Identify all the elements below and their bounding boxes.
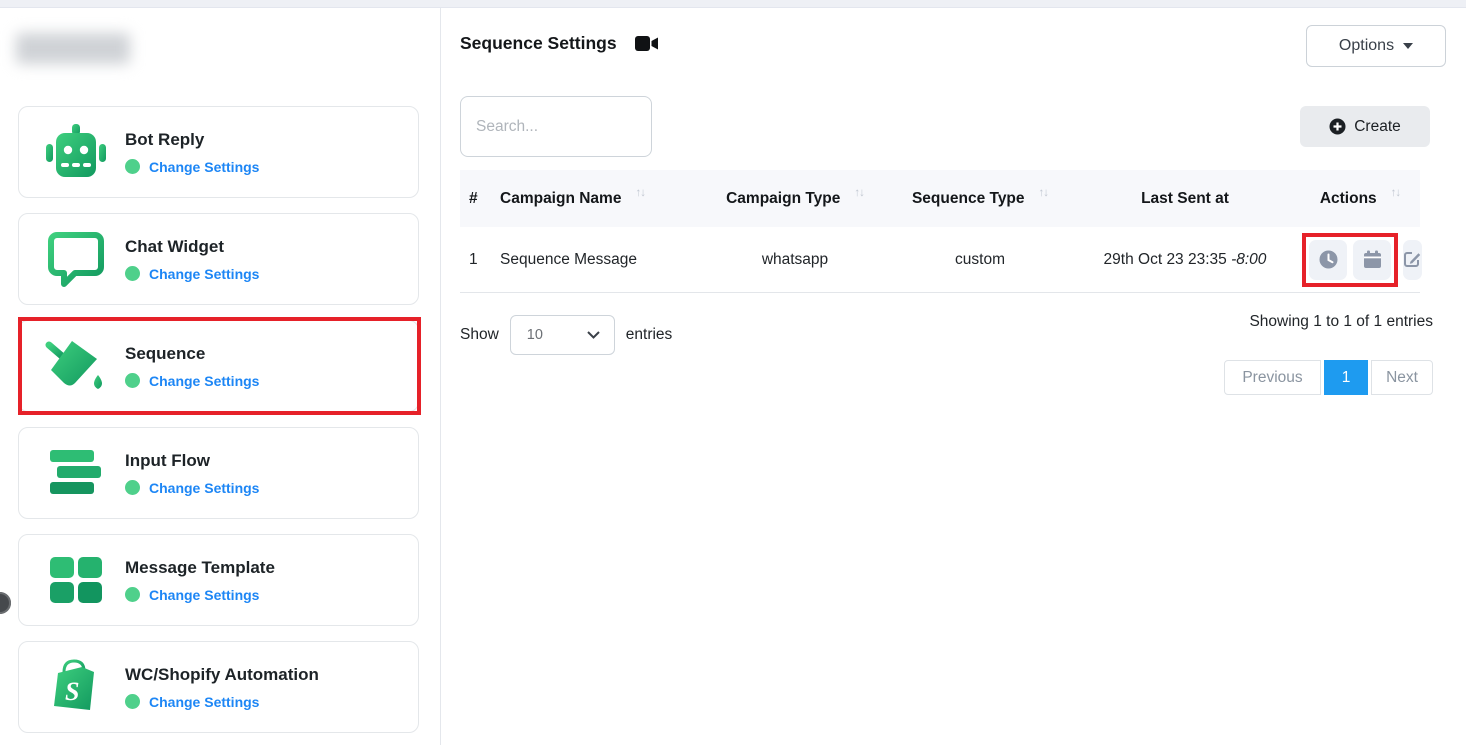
show-label: Show xyxy=(460,326,499,344)
video-camera-icon[interactable] xyxy=(635,35,659,52)
sort-icon[interactable]: ↑↓ xyxy=(854,187,864,199)
shopify-bag-icon: S xyxy=(43,656,109,718)
sidebar-item-label: Bot Reply xyxy=(125,130,259,150)
page-title: Sequence Settings xyxy=(460,33,617,54)
top-bar xyxy=(0,0,1466,8)
sidebar-item-input-flow[interactable]: Input Flow Change Settings xyxy=(18,427,419,519)
floating-widget-partial[interactable] xyxy=(0,592,11,614)
status-dot xyxy=(125,266,140,281)
change-settings-link[interactable]: Change Settings xyxy=(149,159,259,175)
change-settings-link[interactable]: Change Settings xyxy=(149,694,259,710)
sidebar-item-label: Chat Widget xyxy=(125,237,259,257)
main-content: Sequence Settings Options Create xyxy=(441,8,1466,745)
change-settings-link[interactable]: Change Settings xyxy=(149,373,259,389)
sidebar-item-label: Input Flow xyxy=(125,451,259,471)
column-header-sequence-type[interactable]: Sequence Type↑↓ xyxy=(890,190,1070,208)
edit-button[interactable] xyxy=(1403,240,1422,280)
row-sequence-type: custom xyxy=(890,251,1070,269)
sidebar-item-label: WC/Shopify Automation xyxy=(125,665,319,685)
table-row: 1 Sequence Message whatsapp custom 29th … xyxy=(460,227,1420,293)
sidebar-card-list: Bot Reply Change Settings Chat Widget xyxy=(18,106,419,733)
row-campaign-name: Sequence Message xyxy=(500,251,700,269)
change-settings-link[interactable]: Change Settings xyxy=(149,480,259,496)
sequence-table: # Campaign Name↑↓ Campaign Type↑↓ Sequen… xyxy=(460,170,1420,293)
row-last-sent-at: 29th Oct 23 23:35 -8:00 xyxy=(1070,251,1300,269)
sidebar-item-bot-reply[interactable]: Bot Reply Change Settings xyxy=(18,106,419,198)
column-header-actions[interactable]: Actions↑↓ xyxy=(1300,190,1420,208)
schedule-clock-button[interactable] xyxy=(1309,240,1347,280)
sidebar-item-chat-widget[interactable]: Chat Widget Change Settings xyxy=(18,213,419,305)
create-label: Create xyxy=(1354,118,1401,136)
page-size-select[interactable]: 10 xyxy=(510,315,615,355)
edit-icon xyxy=(1403,250,1422,269)
column-header-campaign-name[interactable]: Campaign Name↑↓ xyxy=(500,190,700,208)
app-logo-blurred xyxy=(16,33,130,64)
create-button[interactable]: Create xyxy=(1300,106,1430,147)
showing-entries-text: Showing 1 to 1 of 1 entries xyxy=(1249,313,1433,331)
svg-text:S: S xyxy=(65,677,79,706)
app-window: Bot Reply Change Settings Chat Widget xyxy=(0,0,1466,745)
status-dot xyxy=(125,373,140,388)
page-size-value: 10 xyxy=(527,327,543,343)
search-input[interactable] xyxy=(460,96,652,157)
bot-icon xyxy=(43,121,109,183)
previous-page-button[interactable]: Previous xyxy=(1224,360,1321,395)
column-header-last-sent-at: Last Sent at xyxy=(1070,190,1300,208)
chevron-down-icon xyxy=(587,331,600,339)
sidebar-item-message-template[interactable]: Message Template Change Settings xyxy=(18,534,419,626)
status-dot xyxy=(125,587,140,602)
entries-label: entries xyxy=(626,326,673,344)
caret-down-icon xyxy=(1403,43,1413,49)
sort-icon[interactable]: ↑↓ xyxy=(1391,187,1401,199)
plus-circle-icon xyxy=(1329,118,1346,135)
next-page-button[interactable]: Next xyxy=(1371,360,1433,395)
sidebar: Bot Reply Change Settings Chat Widget xyxy=(0,8,440,745)
options-button[interactable]: Options xyxy=(1306,25,1446,67)
calendar-button[interactable] xyxy=(1353,240,1391,280)
bars-icon xyxy=(43,442,109,504)
row-actions xyxy=(1300,233,1420,287)
sort-icon[interactable]: ↑↓ xyxy=(1039,187,1049,199)
status-dot xyxy=(125,159,140,174)
row-campaign-type: whatsapp xyxy=(700,251,890,269)
calendar-icon xyxy=(1363,250,1382,269)
sidebar-item-label: Sequence xyxy=(125,344,259,364)
change-settings-link[interactable]: Change Settings xyxy=(149,587,259,603)
paint-fill-icon xyxy=(43,335,109,397)
page-size-control: Show 10 entries xyxy=(460,315,672,355)
column-header-index: # xyxy=(460,190,500,208)
timezone-offset: -8:00 xyxy=(1231,251,1266,268)
sidebar-item-sequence[interactable]: Sequence Change Settings xyxy=(18,320,419,412)
clock-icon xyxy=(1319,250,1338,269)
change-settings-link[interactable]: Change Settings xyxy=(149,266,259,282)
column-header-campaign-type[interactable]: Campaign Type↑↓ xyxy=(700,190,890,208)
status-dot xyxy=(125,694,140,709)
table-header-row: # Campaign Name↑↓ Campaign Type↑↓ Sequen… xyxy=(460,170,1420,227)
options-label: Options xyxy=(1339,37,1394,55)
grid-icon xyxy=(43,549,109,611)
sidebar-item-wc-shopify-automation[interactable]: S WC/Shopify Automation Change Settings xyxy=(18,641,419,733)
pagination: Previous 1 Next xyxy=(1224,360,1433,395)
sidebar-item-label: Message Template xyxy=(125,558,275,578)
chat-bubble-icon xyxy=(43,228,109,290)
page-number-button[interactable]: 1 xyxy=(1324,360,1368,395)
sort-icon[interactable]: ↑↓ xyxy=(635,187,645,199)
row-index: 1 xyxy=(460,251,500,269)
status-dot xyxy=(125,480,140,495)
actions-highlight-box xyxy=(1302,233,1398,287)
